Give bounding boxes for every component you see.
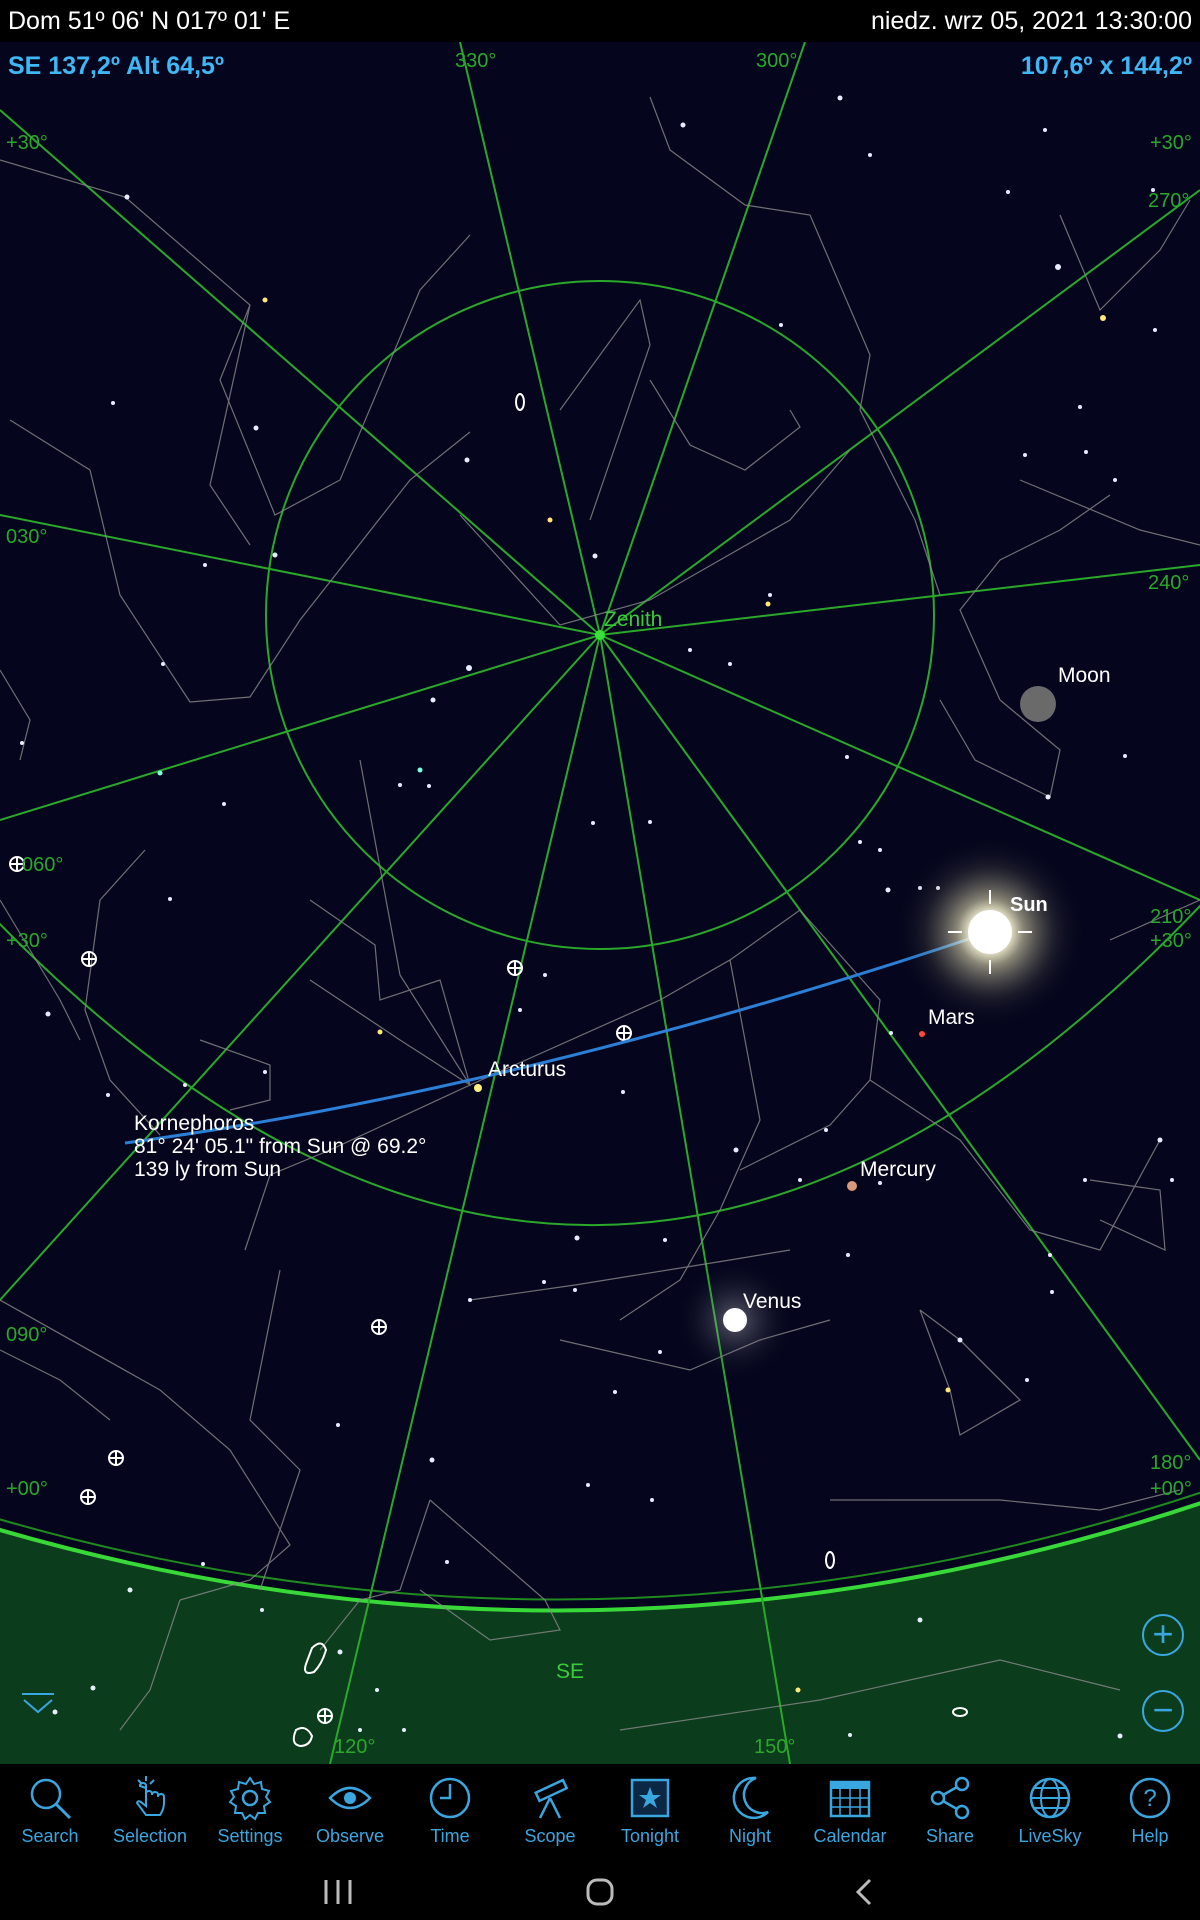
azimuth-label-300: 300° <box>756 50 798 72</box>
toolbar-label: Search <box>21 1826 79 1846</box>
home-button[interactable] <box>570 1872 630 1912</box>
azimuth-label-330: 330° <box>455 50 497 72</box>
gear-icon <box>228 1776 272 1821</box>
toolbar-label: Time <box>430 1826 470 1846</box>
mercury-dot[interactable] <box>847 1181 857 1191</box>
arcturus-label[interactable]: Arcturus <box>488 1058 566 1082</box>
calendar-icon <box>829 1780 871 1818</box>
mars-dot[interactable] <box>919 1031 925 1037</box>
zenith-label: Zenith <box>604 608 663 631</box>
altitude-label-30-mid-right: +30° <box>1150 930 1192 952</box>
toolbar-scope[interactable]: Scope <box>500 1764 600 1864</box>
toolbar-label: Night <box>728 1826 772 1846</box>
toolbar-label: Calendar <box>813 1826 887 1846</box>
eye-icon <box>328 1786 372 1810</box>
system-nav-bar <box>0 1864 1200 1920</box>
toolbar-selection[interactable]: Selection <box>100 1764 200 1864</box>
mars-label[interactable]: Mars <box>928 1006 975 1030</box>
altitude-label-30-right: +30° <box>1150 132 1192 154</box>
recent-apps-button[interactable] <box>308 1872 368 1912</box>
search-icon <box>30 1778 72 1820</box>
toolbar-label: Scope <box>524 1826 576 1846</box>
selection-angle: 81° 24' 05.1" from Sun @ 69.2° <box>134 1135 427 1158</box>
share-icon <box>930 1776 970 1820</box>
azimuth-label-150: 150° <box>754 1736 796 1758</box>
clock-icon <box>429 1777 471 1819</box>
sky-chart[interactable]: SE 137,2º Alt 64,5º 107,6º x 144,2º Zeni… <box>0 42 1200 1764</box>
collapse-chevron-icon[interactable] <box>20 1692 56 1716</box>
view-direction-readout: SE 137,2º Alt 64,5º <box>8 52 225 80</box>
toolbar-observe[interactable]: Observe <box>300 1764 400 1864</box>
arcturus-star[interactable] <box>474 1084 482 1092</box>
field-of-view-readout: 107,6º x 144,2º <box>1020 52 1192 80</box>
location-readout: Dom 51º 06' N 017º 01' E <box>8 7 291 35</box>
azimuth-label-030: 030° <box>6 526 48 548</box>
toolbar-label: Selection <box>112 1826 188 1846</box>
azimuth-label-180: 180° <box>1150 1452 1192 1474</box>
azimuth-label-270: 270° <box>1148 190 1190 212</box>
azimuth-label-060: 060° <box>22 854 64 876</box>
crescent-moon-icon <box>732 1776 769 1820</box>
hand-pointer-icon <box>135 1776 165 1816</box>
status-bar: Dom 51º 06' N 017º 01' E niedz. wrz 05, … <box>0 0 1200 42</box>
altitude-label-00-right: +00° <box>1150 1478 1192 1500</box>
selection-name: Kornephoros <box>134 1112 255 1135</box>
toolbar-tonight[interactable]: Tonight <box>600 1764 700 1864</box>
sun-body[interactable] <box>895 837 1085 1027</box>
toolbar-label: Settings <box>217 1826 283 1846</box>
toolbar-label: Help <box>1131 1826 1169 1846</box>
azimuth-label-120: 120° <box>334 1736 376 1758</box>
toolbar-time[interactable]: Time <box>400 1764 500 1864</box>
zoom-in-button[interactable]: + <box>1142 1614 1184 1656</box>
altitude-label-00-left: +00° <box>6 1478 48 1500</box>
horizon-direction-label: SE <box>556 1660 585 1683</box>
azimuth-label-240: 240° <box>1148 572 1190 594</box>
moon-disc[interactable] <box>1020 686 1056 722</box>
star-box-icon <box>630 1778 670 1818</box>
toolbar-settings[interactable]: Settings <box>200 1764 300 1864</box>
toolbar-calendar[interactable]: Calendar <box>800 1764 900 1864</box>
altitude-label-30-left: +30° <box>6 132 48 154</box>
selection-info: Kornephoros 81° 24' 05.1" from Sun @ 69.… <box>134 1112 426 1181</box>
toolbar-label: LiveSky <box>1018 1826 1082 1846</box>
toolbar-help[interactable]: ? Help <box>1100 1764 1200 1864</box>
moon-label[interactable]: Moon <box>1058 664 1111 688</box>
azimuth-label-210: 210° <box>1150 906 1192 928</box>
toolbar-livesky[interactable]: LiveSky <box>1000 1764 1100 1864</box>
bottom-toolbar: Search Selection Settings Observe Time S… <box>0 1764 1200 1864</box>
venus-body[interactable] <box>675 1260 795 1380</box>
azimuth-label-090: 090° <box>6 1324 48 1346</box>
sun-label[interactable]: Sun <box>1010 894 1048 917</box>
toolbar-night[interactable]: Night <box>700 1764 800 1864</box>
toolbar-search[interactable]: Search <box>0 1764 100 1864</box>
venus-label[interactable]: Venus <box>743 1290 801 1314</box>
altitude-grid <box>0 280 1200 1227</box>
toolbar-label: Share <box>925 1826 975 1846</box>
svg-text:?: ? <box>1143 1785 1156 1812</box>
zoom-out-button[interactable]: − <box>1142 1690 1184 1732</box>
altitude-label-30-mid-left: +30° <box>6 930 48 952</box>
toolbar-label: Observe <box>315 1826 385 1846</box>
toolbar-share[interactable]: Share <box>900 1764 1000 1864</box>
telescope-icon <box>534 1778 569 1819</box>
datetime-readout[interactable]: niedz. wrz 05, 2021 13:30:00 <box>871 0 1192 42</box>
back-button[interactable] <box>834 1872 894 1912</box>
mercury-label[interactable]: Mercury <box>860 1158 936 1182</box>
selection-distance: 139 ly from Sun <box>134 1158 282 1181</box>
help-icon: ? <box>1129 1777 1171 1819</box>
toolbar-label: Tonight <box>620 1826 680 1846</box>
globe-icon <box>1029 1777 1071 1819</box>
